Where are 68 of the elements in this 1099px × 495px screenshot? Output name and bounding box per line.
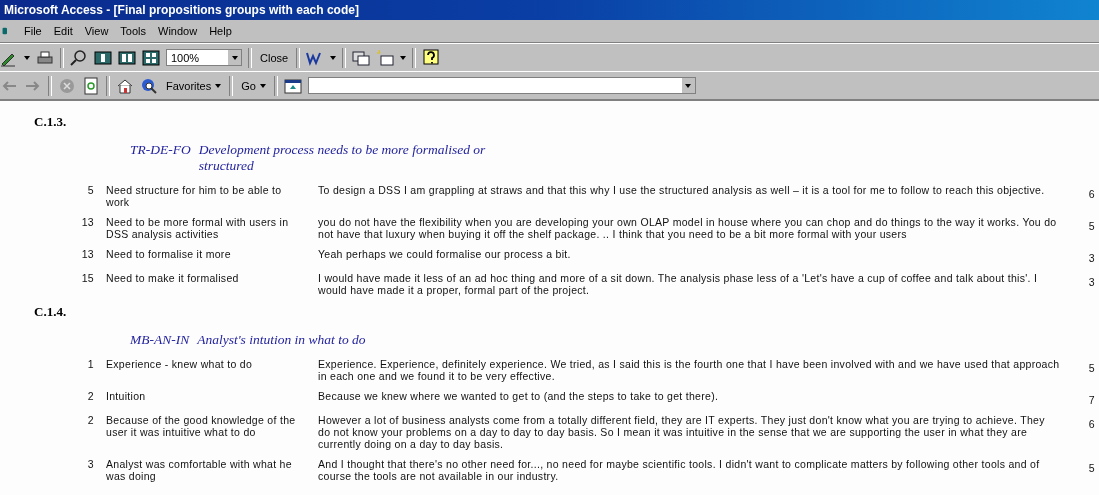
window-icon[interactable]	[283, 76, 302, 95]
count-value: 6	[1087, 417, 1096, 432]
menu-item[interactable]: Window	[158, 25, 198, 37]
count-value: 3	[1087, 275, 1096, 290]
favorites-button[interactable]: Favorites	[164, 79, 224, 92]
count-value: 3	[1087, 251, 1096, 264]
refresh-icon[interactable]	[82, 76, 100, 95]
quote-text: you do not have the flexibility when you are developing your own OLAP model in house where you can chop and do things to the way it works. You do not have that luxury when buying it off the shelf package. .. I think that you need to be a bit more formal with your users	[318, 216, 1058, 240]
row-number: 5	[86, 184, 94, 198]
printer-icon[interactable]	[36, 48, 54, 67]
menu-item[interactable]: View	[84, 25, 109, 37]
go-button[interactable]: Go	[239, 79, 268, 92]
section-heading: C.1.3.	[34, 114, 68, 130]
quote-text: However a lot of business analysts come from a totally different field, they are IT experts. They just don't know what you are trying to achieve. They do not know your problems on a day to day to day basis. So I mean it was intuitive in the sense that we are supporting the user in what they are currently doing on a day to day basis.	[318, 414, 1046, 450]
caret-icon	[400, 55, 407, 60]
quote-text: I would have made it less of an ad hoc thing and more of a sit down. The analysis phase less of a 'Let's have a cup of coffee and talk about this'. I would have made it a proper, formal part of the project.	[318, 272, 1039, 296]
count-value: 7	[1087, 393, 1096, 406]
new-object-icon[interactable]	[376, 48, 395, 67]
dropdown-caret-icon	[685, 83, 692, 88]
quote-text: Because we knew where we wanted to get to (and the steps to take to get there).	[318, 390, 720, 404]
row-number: 2	[86, 414, 94, 428]
quote-text: To design a DSS I am grappling at straws and that this why I use the structured analysis as well – it is a tool for me to follow to reach this objective.	[318, 184, 1046, 198]
count-value: 5	[1087, 461, 1096, 476]
count-value: 5	[1087, 361, 1096, 376]
window-title: Microsoft Access - [Final propositions groups with each code]	[0, 0, 1099, 20]
row-number: 1	[86, 358, 94, 372]
magnifier-icon[interactable]	[70, 48, 88, 67]
row-number: 2	[86, 390, 94, 404]
proposition-text: Intuition	[106, 390, 147, 404]
globe-search-icon[interactable]	[140, 76, 158, 95]
dropdown-caret-icon	[231, 55, 238, 60]
windows-icon[interactable]	[352, 48, 371, 67]
section-heading: C.1.4.	[34, 304, 68, 320]
proposition-text: Need to formalise it more	[106, 248, 232, 262]
count-value: 5	[1087, 219, 1096, 234]
address-field[interactable]	[307, 77, 696, 94]
row-number: 15	[80, 272, 94, 286]
zoom-dropdown[interactable]: 100%	[166, 49, 242, 66]
proposition-text: Need to make it formalised	[106, 272, 240, 286]
menu-item[interactable]: Edit	[53, 25, 73, 37]
row-number: 13	[80, 248, 94, 262]
code-title: Development process needs to be more formalised or structured	[198, 142, 487, 174]
two-pages-icon[interactable]	[118, 48, 136, 67]
caret-icon	[215, 83, 222, 88]
proposition-text: Need to be more formal with users in DSS analysis activities	[106, 216, 290, 240]
close-button[interactable]: Close	[258, 51, 291, 64]
quote-text: And I thought that there's no other need for..., no need for maybe scientific tools. I didn't want to complicate matters by following other tools and of course the tools are not available in our industry.	[318, 458, 1041, 482]
menu-item[interactable]: File	[24, 25, 42, 37]
one-page-icon[interactable]	[94, 48, 112, 67]
caret-icon	[259, 83, 266, 88]
help-icon[interactable]	[422, 48, 441, 67]
proposition-text: Need structure for him to be able to work	[106, 184, 283, 208]
code-label: TR-DE-FO	[130, 142, 191, 159]
proposition-text: Analyst was comfortable with what he was doing	[106, 458, 293, 482]
proposition-text: Experience - knew what to do	[106, 358, 254, 372]
row-number: 13	[80, 216, 94, 230]
caret-icon	[330, 55, 337, 60]
count-value: 6	[1087, 187, 1096, 202]
quote-text: Yeah perhaps we could formalise our process a bit.	[318, 248, 572, 262]
quote-text: Experience. Experience, definitely experience. We tried, as I said this is the fourth one that I have been involved with and we have used that approach in each one and we found it to be very effective.	[318, 358, 1060, 382]
menu-item[interactable]: Help	[209, 25, 232, 37]
menu-item[interactable]: Tools	[120, 25, 147, 37]
row-number: 3	[86, 458, 94, 472]
code-title: Analyst's intution in what to do	[197, 332, 367, 348]
code-label: MB-AN-IN	[130, 332, 190, 348]
four-pages-icon[interactable]	[142, 48, 160, 67]
caret-icon	[24, 55, 30, 60]
proposition-text: Because of the good knowledge of the user it was intuitive what to do	[106, 414, 297, 440]
